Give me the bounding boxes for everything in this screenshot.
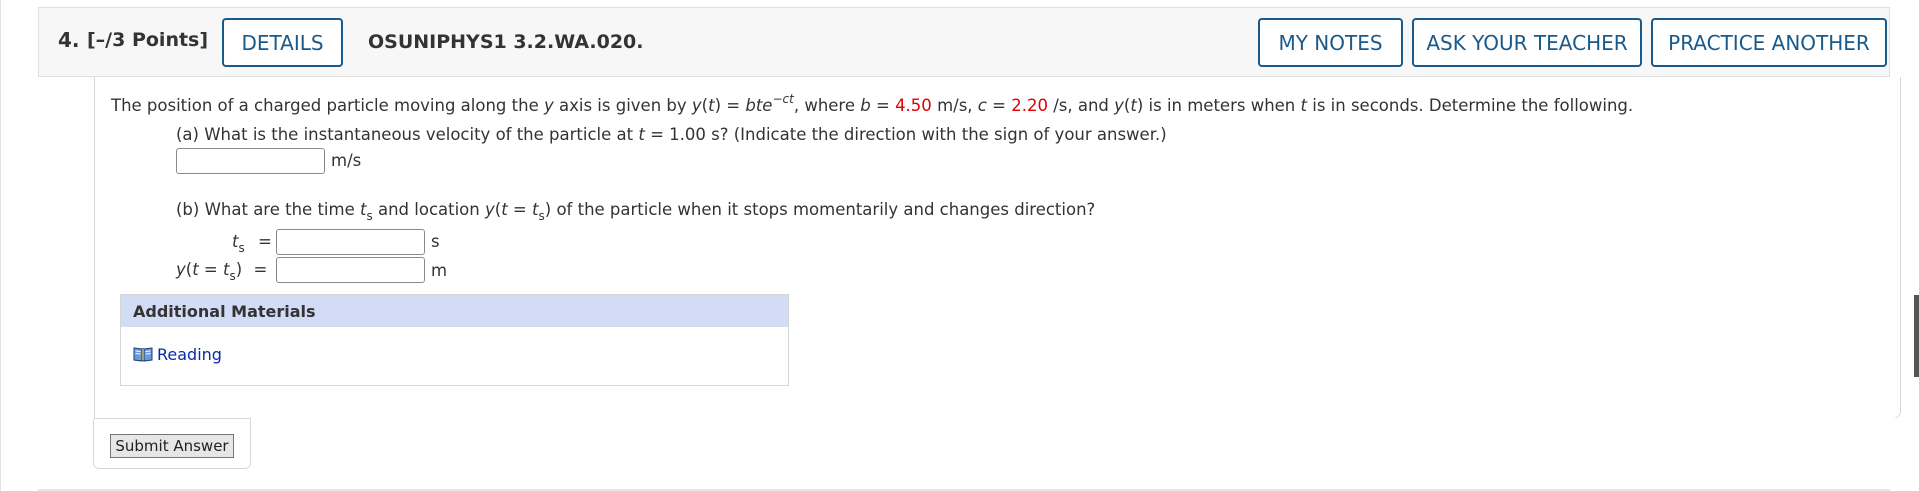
ask-your-teacher-button[interactable]: ASK YOUR TEACHER	[1412, 18, 1642, 67]
question-code: OSUNIPHYS1 3.2.WA.020.	[368, 31, 644, 53]
part-b-question: (b) What are the time ts and location y(…	[176, 200, 1096, 223]
details-button[interactable]: DETAILS	[222, 18, 343, 67]
additional-materials-title: Additional Materials	[121, 295, 788, 327]
reading-link[interactable]: Reading	[133, 345, 222, 364]
question-header: 4. [–/3 Points] DETAILS OSUNIPHYS1 3.2.W…	[38, 7, 1890, 77]
page-left-border	[0, 0, 1, 491]
ts-label: ts =	[232, 232, 272, 255]
practice-another-button[interactable]: PRACTICE ANOTHER	[1651, 18, 1887, 67]
question-points: [–/3 Points]	[87, 29, 209, 51]
given-b-value: 4.50	[895, 96, 932, 115]
stop-time-unit-label: s	[431, 232, 440, 251]
question-number: 4.	[58, 28, 80, 52]
reading-link-label[interactable]: Reading	[157, 345, 222, 364]
book-icon	[133, 347, 153, 362]
stop-time-input[interactable]	[276, 229, 425, 255]
velocity-answer-input[interactable]	[176, 148, 325, 174]
problem-statement: The position of a charged particle movin…	[111, 92, 1634, 115]
part-a-question: (a) What is the instantaneous velocity o…	[176, 125, 1167, 144]
additional-materials-panel: Additional Materials Reading	[120, 294, 789, 386]
my-notes-button[interactable]: MY NOTES	[1258, 18, 1403, 67]
stop-position-unit-label: m	[431, 261, 448, 280]
given-c-value: 2.20	[1011, 96, 1048, 115]
velocity-unit-label: m/s	[331, 151, 362, 170]
scrollbar-thumb[interactable]	[1914, 295, 1919, 377]
submit-answer-button[interactable]: Submit Answer	[110, 434, 234, 458]
stop-position-label: y(t = ts) =	[176, 260, 268, 283]
stop-position-input[interactable]	[276, 257, 425, 283]
